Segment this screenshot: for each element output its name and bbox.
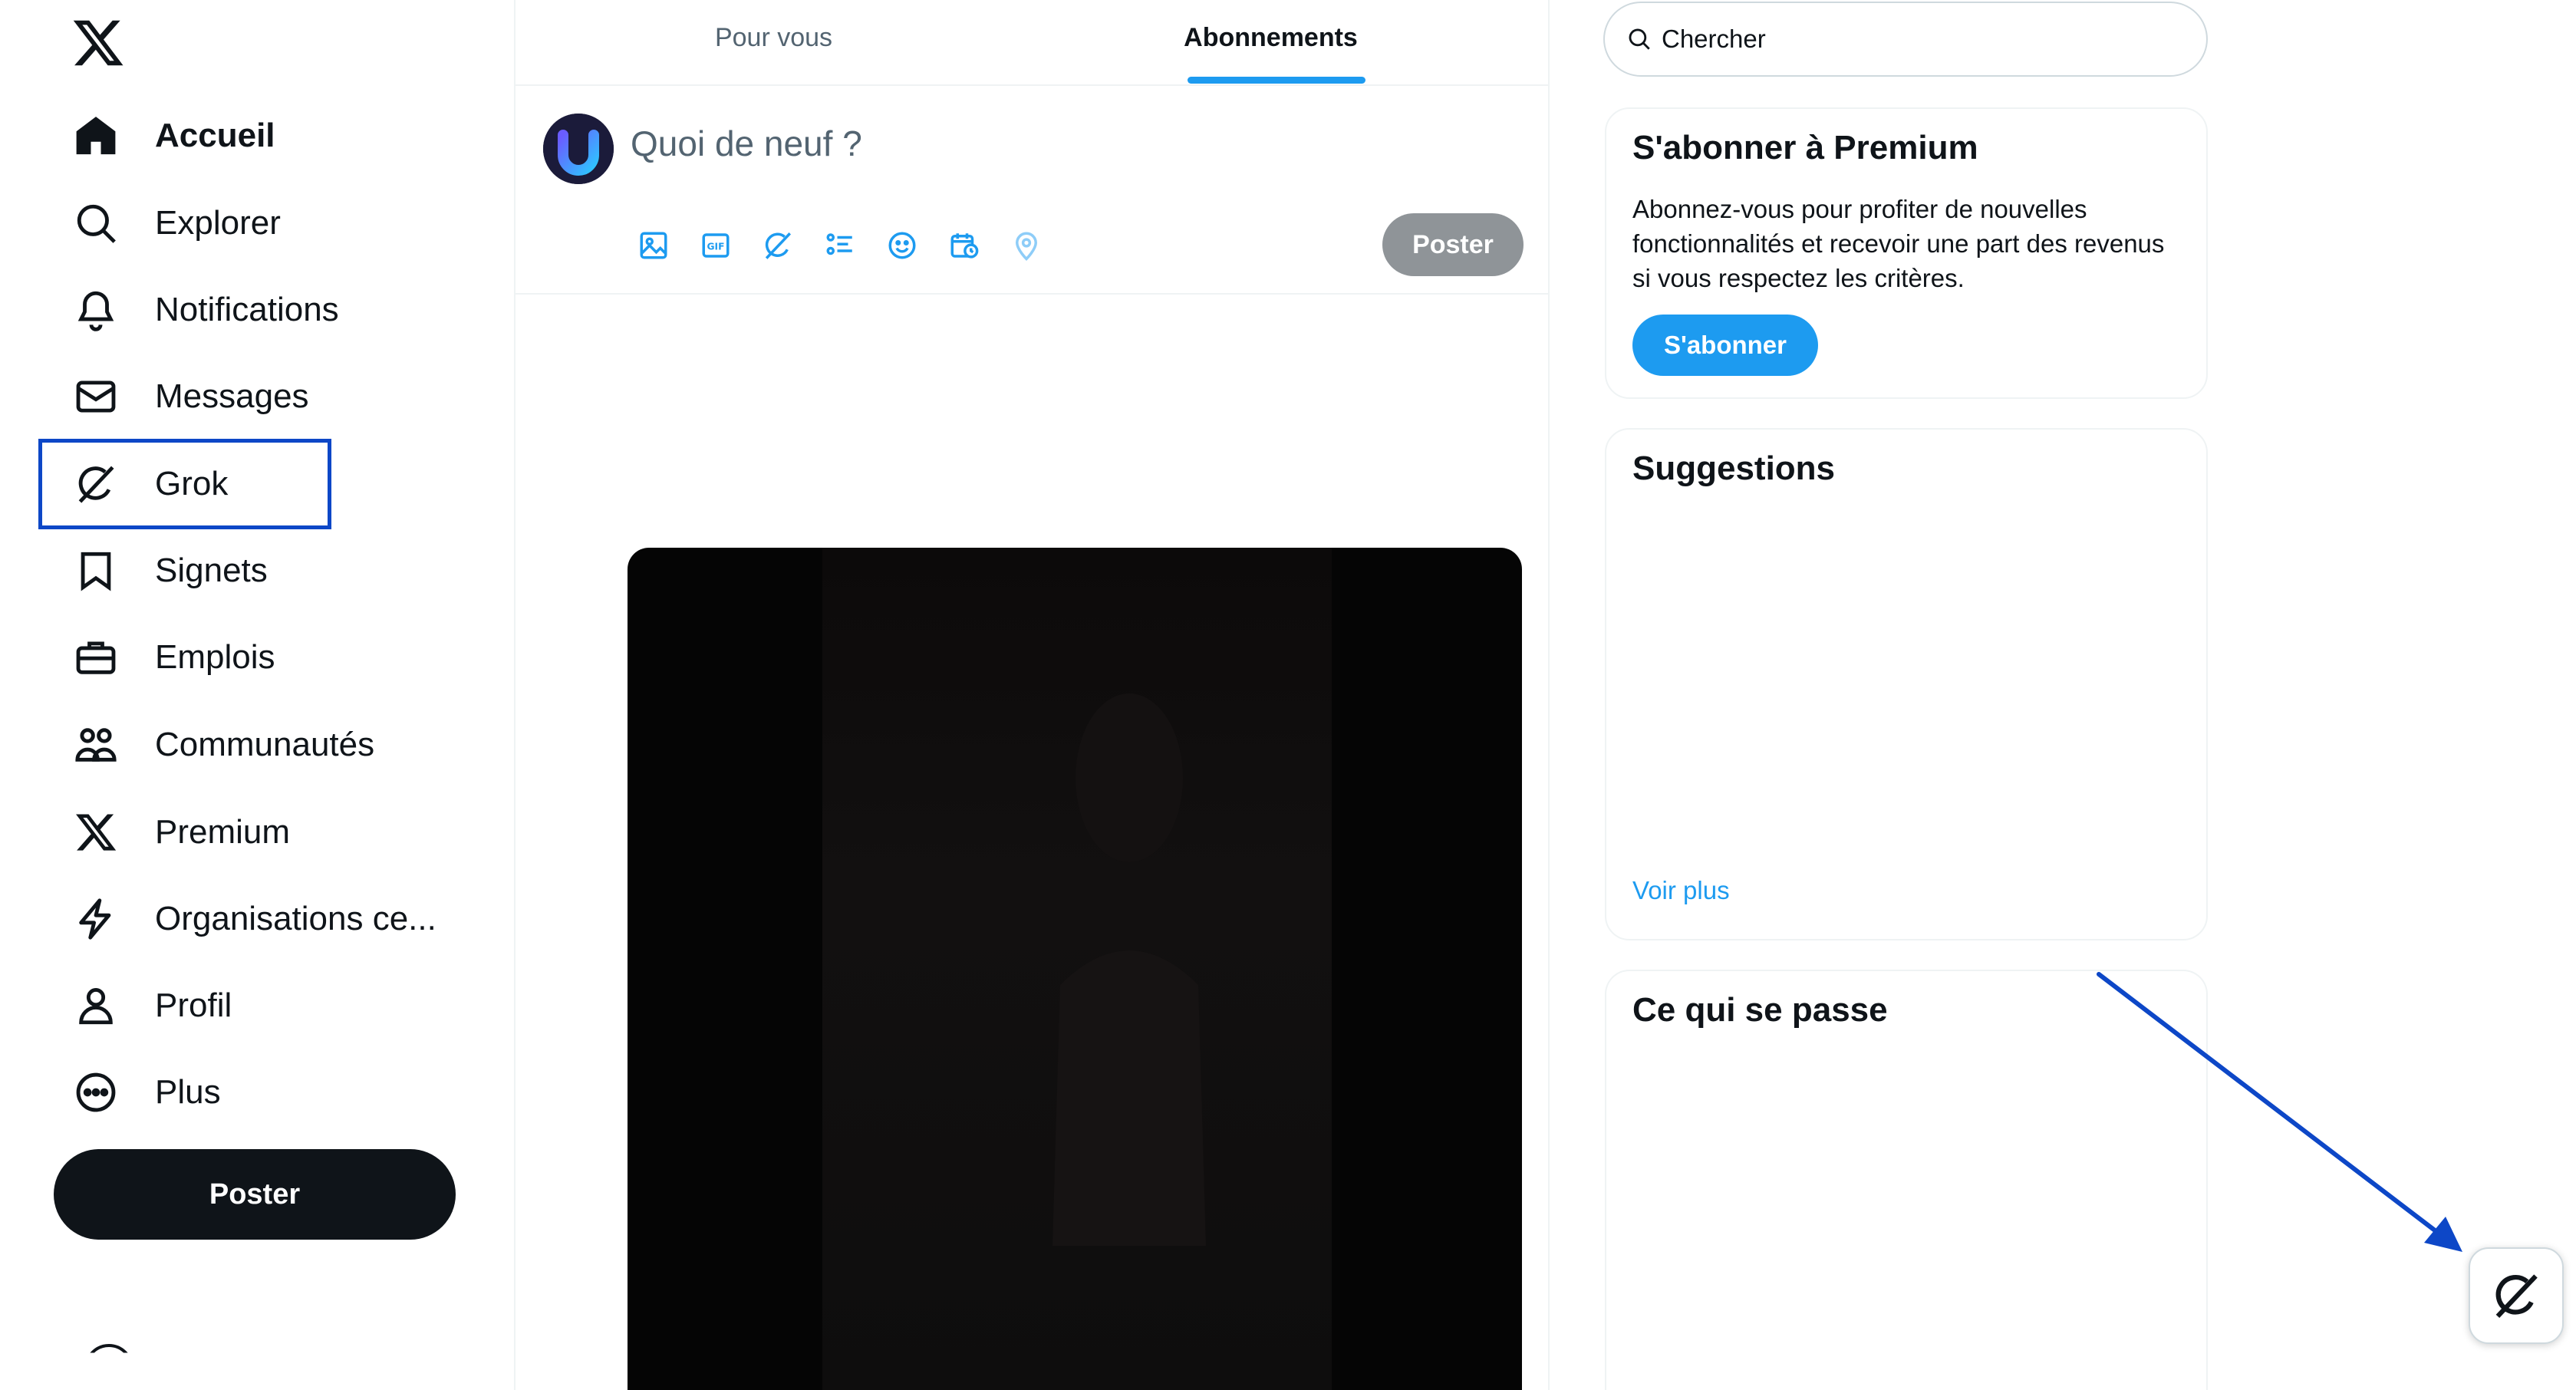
image-icon[interactable] xyxy=(632,224,675,267)
more-circle-icon xyxy=(71,1067,121,1118)
grok-icon xyxy=(2495,1274,2538,1319)
sidebar-item-communities[interactable]: Communautés xyxy=(71,710,374,779)
grok-highlight-box xyxy=(38,439,331,529)
lightning-icon xyxy=(71,894,121,944)
left-sidebar: Accueil Explorer Notifications Messages … xyxy=(0,0,516,1390)
envelope-icon xyxy=(71,371,121,422)
post-button[interactable]: Poster xyxy=(54,1149,456,1240)
sidebar-item-notifications[interactable]: Notifications xyxy=(71,275,339,344)
sidebar-item-organizations[interactable]: Organisations ce... xyxy=(71,884,436,954)
sidebar-item-label: Emplois xyxy=(155,638,275,676)
tab-for-you[interactable]: Pour vous xyxy=(516,0,1032,84)
premium-title: S'abonner à Premium xyxy=(1632,129,1978,166)
sidebar-item-label: Premium xyxy=(155,813,291,851)
svg-text:GIF: GIF xyxy=(707,241,725,252)
grok-floating-button[interactable] xyxy=(2469,1247,2564,1344)
video-silhouette xyxy=(1052,693,1206,1246)
bell-icon xyxy=(71,285,121,335)
sidebar-item-more[interactable]: Plus xyxy=(71,1058,221,1127)
sidebar-item-label: Accueil xyxy=(155,117,275,154)
person-icon xyxy=(71,980,121,1031)
gif-icon[interactable]: GIF xyxy=(694,224,737,267)
sidebar-item-explore[interactable]: Explorer xyxy=(71,189,281,258)
timeline-tabs: Pour vous Abonnements xyxy=(516,0,1548,86)
post-video[interactable] xyxy=(628,548,1522,1390)
sidebar-item-label: Signets xyxy=(155,552,268,589)
sidebar-item-label: Communautés xyxy=(155,726,375,763)
suggestions-title: Suggestions xyxy=(1632,450,1836,487)
sidebar-item-premium[interactable]: Premium xyxy=(71,798,290,867)
premium-card: S'abonner à Premium Abonnez-vous pour pr… xyxy=(1605,107,2208,399)
suggestions-card: Suggestions Voir plus xyxy=(1605,428,2208,940)
annotation-arrow xyxy=(2097,972,2462,1252)
composer-toolbar: GIF xyxy=(632,224,1067,267)
whats-happening-title: Ce qui se passe xyxy=(1632,991,1888,1029)
show-more-link[interactable]: Voir plus xyxy=(1632,876,1730,905)
sidebar-item-label: Explorer xyxy=(155,204,281,242)
premium-description: Abonnez-vous pour profiter de nouvelles … xyxy=(1632,195,2165,292)
post-composer: Quoi de neuf ? GIF Poster xyxy=(516,86,1548,295)
home-icon xyxy=(71,110,121,161)
people-icon xyxy=(71,720,121,770)
sidebar-item-label: Notifications xyxy=(155,291,339,328)
poll-icon[interactable] xyxy=(819,224,861,267)
x-logo-icon xyxy=(71,807,121,858)
search-icon xyxy=(1629,28,1650,50)
search-placeholder: Chercher xyxy=(1662,25,1766,53)
search-input[interactable]: Chercher xyxy=(1603,2,2208,77)
compose-input[interactable]: Quoi de neuf ? xyxy=(631,123,862,164)
sidebar-item-bookmarks[interactable]: Signets xyxy=(71,536,268,605)
search-icon xyxy=(71,198,121,249)
subscribe-button[interactable]: S'abonner xyxy=(1632,315,1818,376)
grok-icon[interactable] xyxy=(756,224,799,267)
schedule-icon[interactable] xyxy=(943,224,986,267)
sidebar-item-profile[interactable]: Profil xyxy=(71,971,232,1040)
account-avatar[interactable] xyxy=(84,1344,133,1353)
sidebar-item-jobs[interactable]: Emplois xyxy=(71,623,275,692)
sidebar-item-home[interactable]: Accueil xyxy=(71,101,275,170)
timeline: Pour vous Abonnements Quoi de neuf ? GIF xyxy=(516,0,1550,1390)
sidebar-item-label: Profil xyxy=(155,987,232,1024)
composer-post-button[interactable]: Poster xyxy=(1382,213,1524,276)
briefcase-icon xyxy=(71,632,121,683)
tab-following[interactable]: Abonnements xyxy=(1013,0,1529,84)
sidebar-item-label: Plus xyxy=(155,1073,221,1111)
active-tab-indicator xyxy=(1188,77,1365,84)
video-frame xyxy=(822,548,1332,1390)
x-logo-icon[interactable] xyxy=(71,15,126,71)
bookmark-icon xyxy=(71,545,121,596)
sidebar-item-label: Messages xyxy=(155,377,309,415)
avatar[interactable] xyxy=(543,114,614,184)
emoji-icon[interactable] xyxy=(881,224,924,267)
sidebar-item-messages[interactable]: Messages xyxy=(71,362,309,431)
location-icon[interactable] xyxy=(1005,224,1048,267)
sidebar-item-label: Organisations ce... xyxy=(155,900,436,937)
